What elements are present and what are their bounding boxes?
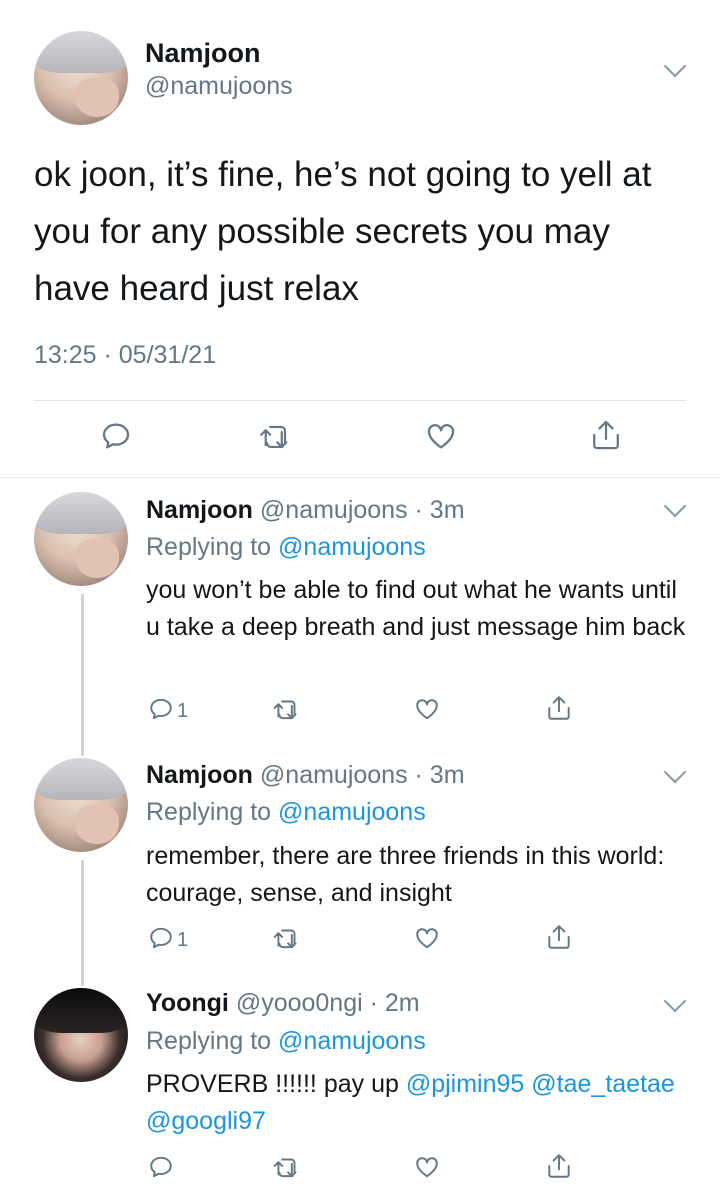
chevron-down-icon[interactable] [663, 989, 687, 1013]
reply-count: 1 [177, 700, 189, 722]
main-author-name[interactable]: Namjoon [145, 38, 261, 69]
mention-link[interactable]: @pjimin95 [406, 1070, 524, 1098]
like-icon[interactable] [424, 420, 458, 452]
share-icon[interactable] [546, 1152, 572, 1180]
replying-to: Replying to @namujoons [146, 798, 426, 826]
reply-handle-time[interactable]: @namujoons · 3m [260, 496, 465, 524]
main-tweet-timestamp: 13:25 · 05/31/21 [34, 341, 217, 369]
reply-author-name[interactable]: Namjoon [146, 496, 253, 524]
retweet-icon[interactable] [272, 696, 302, 722]
main-avatar[interactable] [34, 31, 128, 125]
retweet-icon[interactable] [272, 925, 302, 951]
reply-text: you won’t be able to find out what he wa… [146, 576, 686, 641]
reply-avatar[interactable] [34, 988, 128, 1082]
reply-count: 1 [177, 929, 189, 951]
reply-avatar[interactable] [34, 758, 128, 852]
reply-header[interactable]: Namjoon @namujoons · 3m [146, 496, 465, 525]
main-author-handle[interactable]: @namujoons [145, 72, 293, 101]
replying-to-link[interactable]: @namujoons [278, 798, 426, 826]
like-icon[interactable] [413, 1154, 441, 1180]
divider [0, 477, 720, 478]
share-icon[interactable] [546, 923, 572, 951]
chevron-down-icon[interactable] [663, 494, 687, 518]
share-icon[interactable] [590, 418, 622, 452]
replying-to-link[interactable]: @namujoons [278, 533, 426, 561]
reply-text: PROVERB !!!!!! pay up @pjimin95 @tae_tae… [146, 1070, 675, 1135]
mention-link[interactable]: @googli97 [146, 1107, 266, 1135]
mention-link[interactable]: @tae_taetae [531, 1070, 675, 1098]
replying-to: Replying to @namujoons [146, 1027, 426, 1055]
reply-handle-time[interactable]: @namujoons · 3m [260, 761, 465, 789]
like-icon[interactable] [413, 925, 441, 951]
replying-to-link[interactable]: @namujoons [278, 1027, 426, 1055]
reply-icon[interactable] [148, 925, 174, 951]
reply-icon[interactable] [100, 420, 132, 452]
reply-text: remember, there are three friends in thi… [146, 842, 665, 907]
reply-avatar[interactable] [34, 492, 128, 586]
replying-to: Replying to @namujoons [146, 533, 426, 561]
thread-line [81, 594, 84, 756]
reply-icon[interactable] [148, 1154, 174, 1180]
reply-header[interactable]: Namjoon @namujoons · 3m [146, 761, 465, 790]
thread-line [81, 860, 84, 986]
reply-icon[interactable] [148, 696, 174, 722]
chevron-down-icon[interactable] [663, 760, 687, 784]
retweet-icon[interactable] [272, 1154, 302, 1180]
retweet-icon[interactable] [258, 420, 294, 452]
like-icon[interactable] [413, 696, 441, 722]
reply-author-name[interactable]: Namjoon [146, 761, 253, 789]
share-icon[interactable] [546, 694, 572, 722]
reply-author-name[interactable]: Yoongi [146, 989, 229, 1017]
divider [34, 400, 686, 401]
reply-header[interactable]: Yoongi @yooo0ngi · 2m [146, 989, 420, 1018]
main-tweet-text: ok joon, it’s fine, he’s not going to ye… [34, 155, 652, 308]
reply-handle-time[interactable]: @yooo0ngi · 2m [236, 989, 420, 1017]
chevron-down-icon[interactable] [663, 54, 687, 78]
